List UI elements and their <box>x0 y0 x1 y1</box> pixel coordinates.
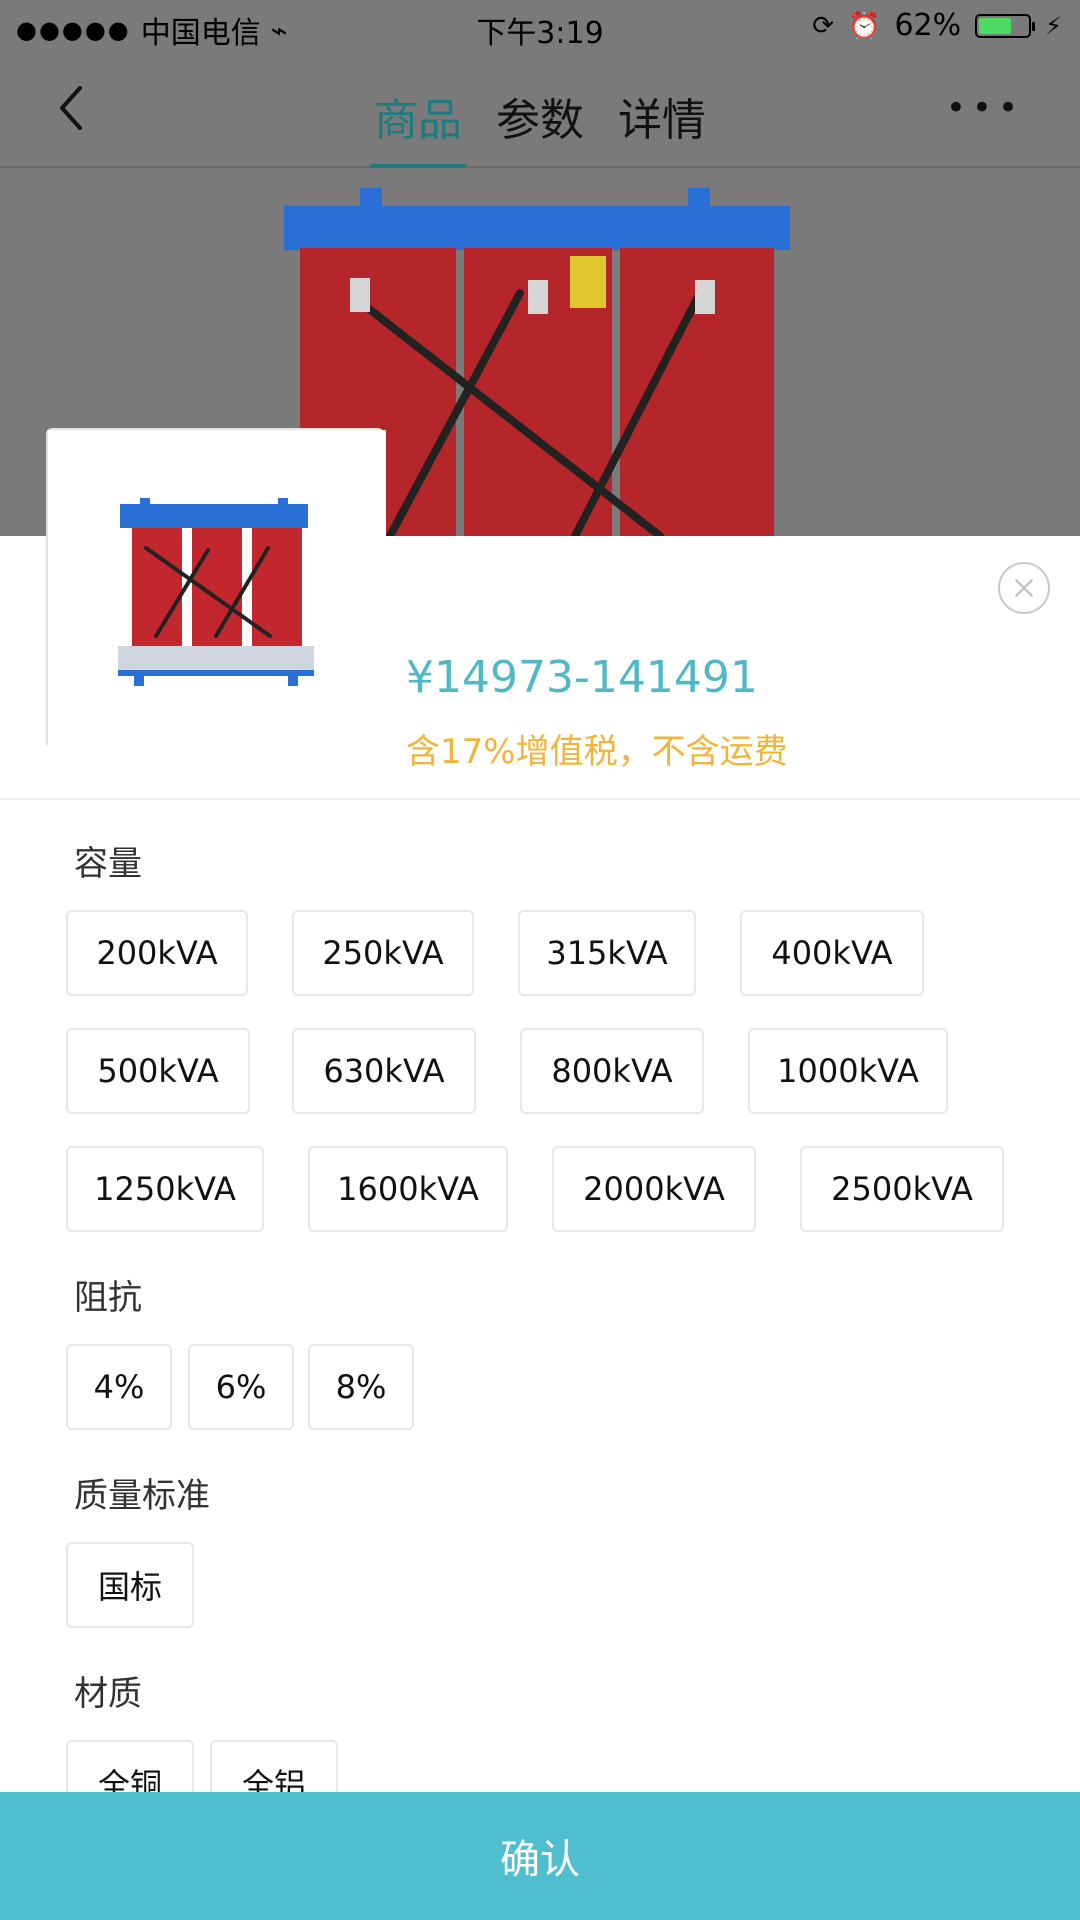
transformer-thumbnail-image <box>48 430 386 750</box>
close-sheet-button[interactable] <box>998 562 1050 614</box>
price-range: ¥14973-141491 <box>406 652 758 703</box>
top-navigation: 商品 参数 详情 ••• <box>0 54 1080 172</box>
option-quality-national-standard[interactable]: 国标 <box>66 1542 194 1628</box>
option-capacity-400kva[interactable]: 400kVA <box>740 910 924 996</box>
option-capacity-500kva[interactable]: 500kVA <box>66 1028 250 1114</box>
charging-icon: ⚡ <box>1045 11 1062 40</box>
section-title-material: 材质 <box>74 1674 142 1714</box>
product-thumbnail <box>46 428 386 750</box>
option-capacity-2000kva[interactable]: 2000kVA <box>552 1146 756 1232</box>
battery-percent: 62% <box>894 8 962 43</box>
battery-icon <box>975 13 1036 38</box>
tabs: 商品 参数 详情 <box>0 84 1080 172</box>
section-title-quality-standard: 质量标准 <box>74 1476 210 1516</box>
option-capacity-1250kva[interactable]: 1250kVA <box>66 1146 264 1232</box>
section-title-impedance: 阻抗 <box>74 1278 142 1318</box>
status-right: ⟳ ⏰ 62% ⚡ <box>812 8 1062 43</box>
tax-shipping-note: 含17%增值税，不含运费 <box>406 732 788 772</box>
sheet-divider <box>0 798 1080 800</box>
confirm-button[interactable]: 确认 <box>0 1792 1080 1920</box>
option-capacity-1000kva[interactable]: 1000kVA <box>748 1028 948 1114</box>
status-bar: ●●●●● 中国电信 ⌁ 下午3:19 ⟳ ⏰ 62% ⚡ <box>0 0 1080 54</box>
option-capacity-250kva[interactable]: 250kVA <box>292 910 474 996</box>
tab-params[interactable]: 参数 <box>492 84 588 148</box>
option-capacity-630kva[interactable]: 630kVA <box>292 1028 476 1114</box>
option-impedance-6[interactable]: 6% <box>188 1344 294 1430</box>
alarm-icon: ⏰ <box>848 10 881 41</box>
option-impedance-4[interactable]: 4% <box>66 1344 172 1430</box>
section-title-capacity: 容量 <box>74 844 142 884</box>
option-capacity-2500kva[interactable]: 2500kVA <box>800 1146 1004 1232</box>
tab-details[interactable]: 详情 <box>614 84 710 148</box>
tab-product[interactable]: 商品 <box>370 84 466 172</box>
option-capacity-200kva[interactable]: 200kVA <box>66 910 248 996</box>
more-menu-button[interactable]: ••• <box>946 88 1024 128</box>
option-capacity-800kva[interactable]: 800kVA <box>520 1028 704 1114</box>
option-capacity-315kva[interactable]: 315kVA <box>518 910 696 996</box>
rotation-lock-icon: ⟳ <box>812 10 835 41</box>
option-impedance-8[interactable]: 8% <box>308 1344 414 1430</box>
option-capacity-1600kva[interactable]: 1600kVA <box>308 1146 508 1232</box>
